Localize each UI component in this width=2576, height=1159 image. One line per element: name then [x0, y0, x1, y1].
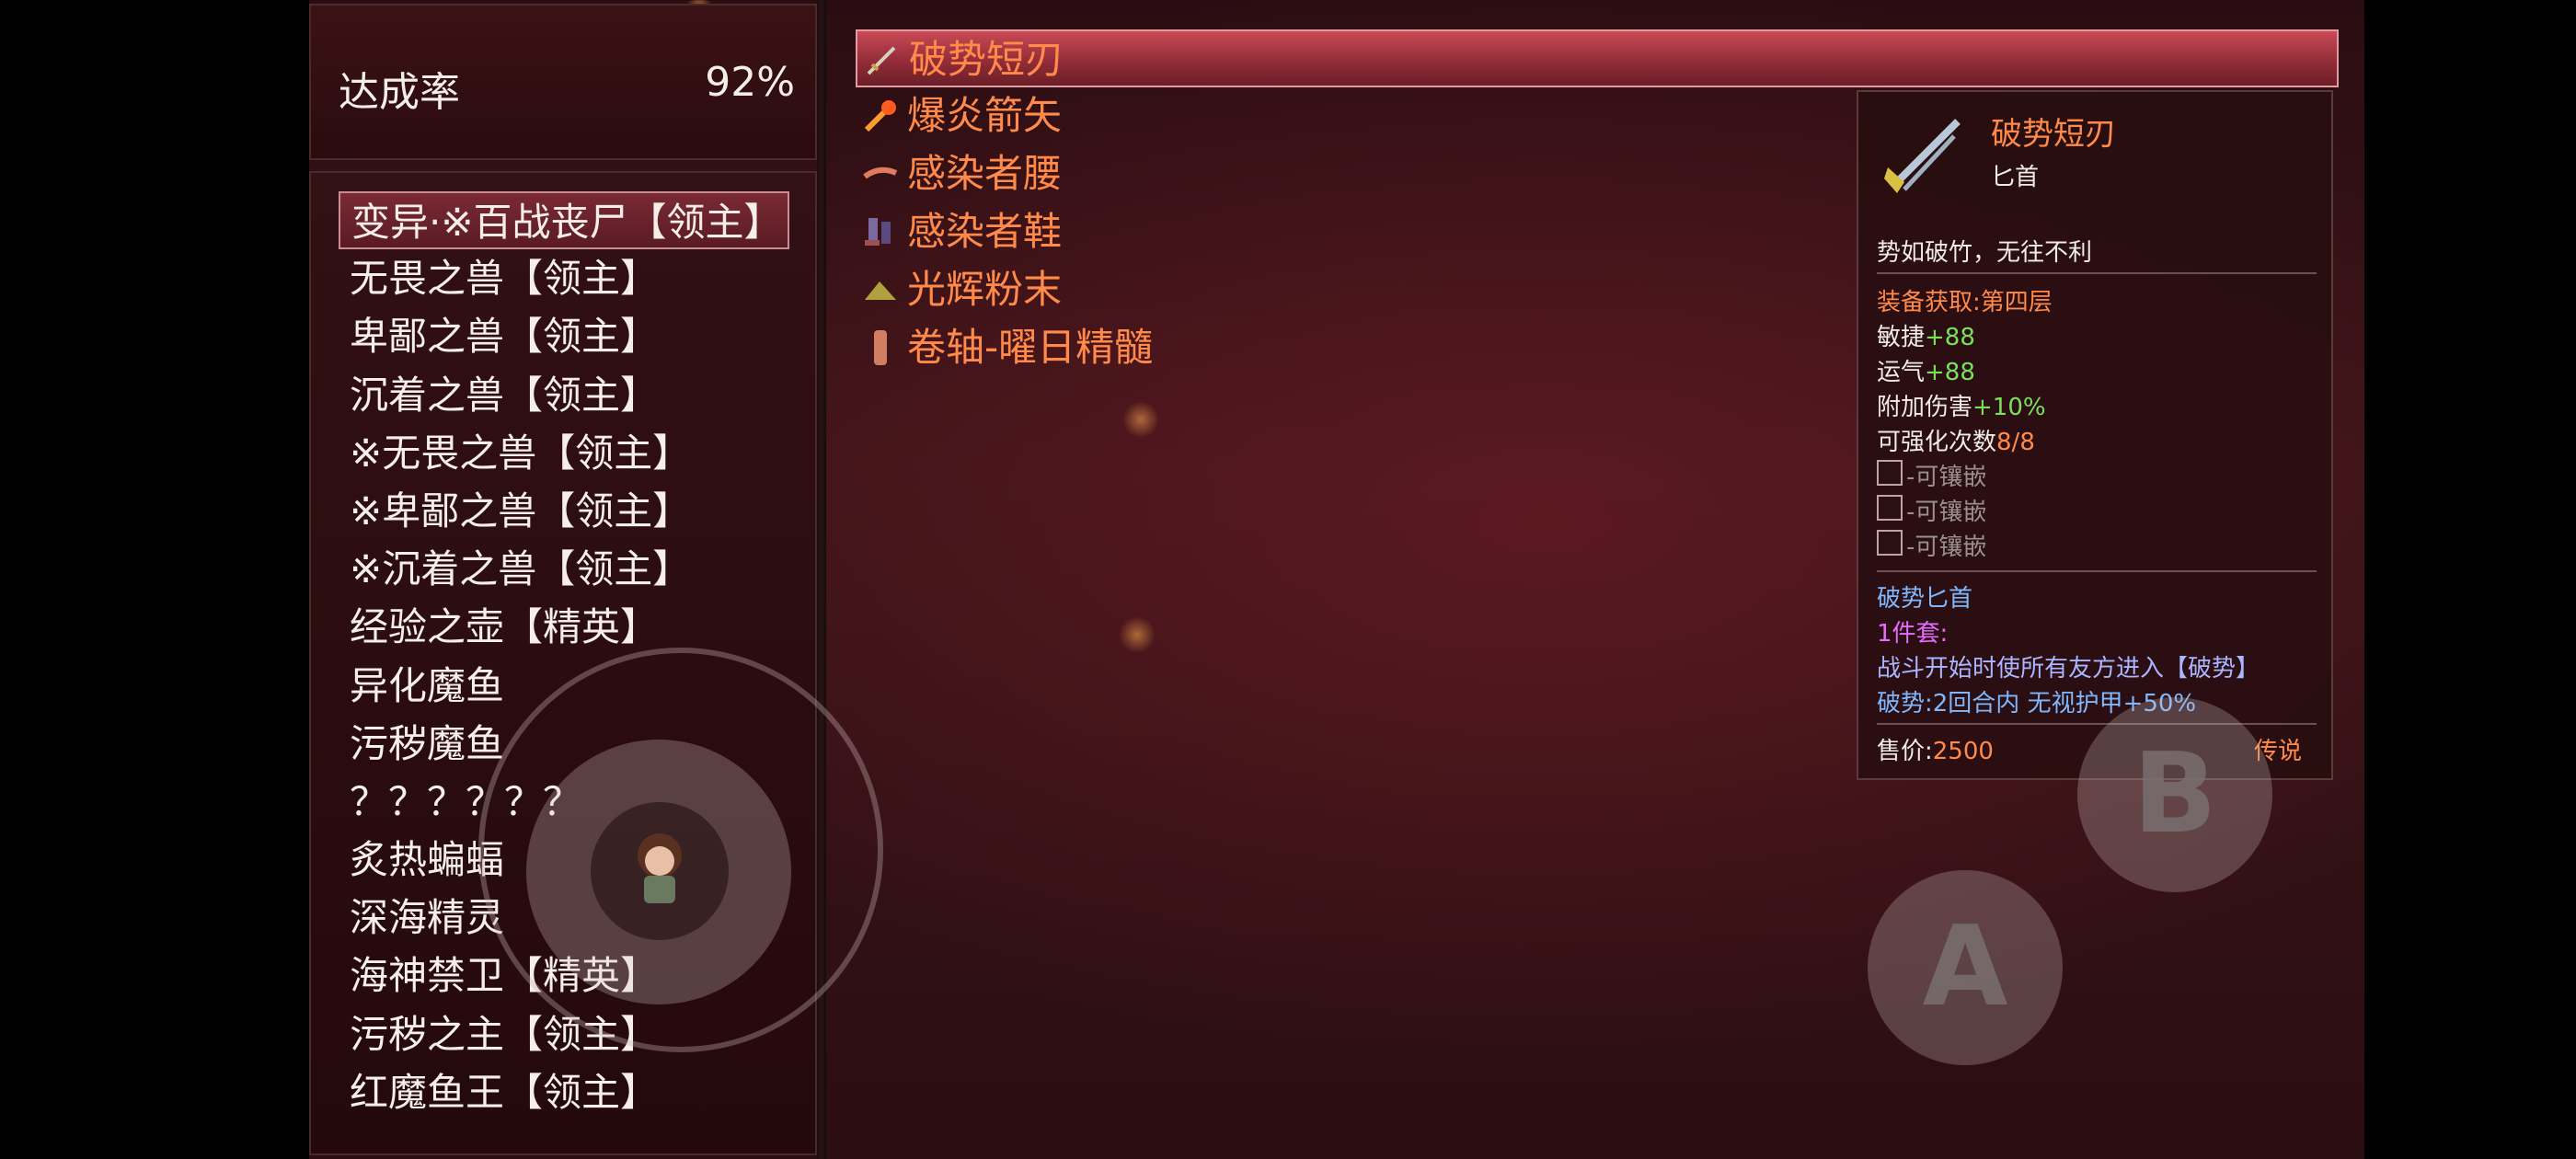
player-avatar [638, 833, 682, 903]
enhance-line: 可强化次数8/8 [1877, 423, 2035, 457]
detail-type: 匕首 [1991, 164, 2040, 191]
monster-item[interactable]: 变异·※百战丧尸【领主】 [339, 191, 789, 250]
set-effect: 战斗开始时使所有友方进入【破势】 [1877, 655, 2260, 683]
completion-value: 92% [705, 59, 795, 106]
stat-label: 运气 [1877, 359, 1926, 386]
completion-panel: 达成率 92% [309, 4, 817, 160]
socket-slot[interactable] [1877, 460, 1903, 486]
stat-line: 运气+88 [1877, 353, 1975, 387]
stat-line: 附加伤害+10% [1877, 388, 2046, 422]
b-button[interactable]: B [2077, 697, 2272, 892]
enhance-value: 8/8 [1996, 429, 2035, 456]
monster-item[interactable]: 卑鄙之兽【领主】 [339, 307, 799, 365]
powder-icon [865, 281, 896, 300]
belt-icon [863, 166, 898, 179]
scroll-icon [874, 330, 887, 365]
item-detail-panel: 破势短刃 匕首 势如破竹，无往不利 装备获取:第四层 敏捷+88 运气+88 附… [1857, 90, 2333, 780]
item-name: 感染者鞋 [907, 209, 1063, 254]
monster-item[interactable]: 经验之壶【精英】 [339, 598, 799, 656]
item-name: 爆炎箭矢 [907, 93, 1063, 138]
monster-item[interactable]: 无畏之兽【领主】 [339, 249, 799, 307]
item-name: 破势短刃 [909, 37, 1064, 82]
stat-value: +10% [1972, 394, 2046, 421]
dagger-icon [867, 46, 896, 75]
socket-slot[interactable] [1877, 530, 1903, 556]
stat-value: +88 [1925, 359, 1975, 386]
stat-line: 敏捷+88 [1877, 318, 1975, 352]
monster-item[interactable]: 沉着之兽【领主】 [339, 366, 799, 424]
price-line: 售价:2500 [1877, 732, 1994, 766]
divider [1877, 570, 2317, 572]
boots-icon [865, 218, 891, 246]
price-label: 售价: [1877, 738, 1933, 765]
enhance-label: 可强化次数 [1877, 429, 1997, 456]
monster-item[interactable]: ※卑鄙之兽【领主】 [339, 482, 799, 540]
ember-glow [1119, 616, 1156, 653]
stat-label: 附加伤害 [1877, 394, 1973, 421]
monster-item[interactable]: ※沉着之兽【领主】 [339, 540, 799, 598]
item-name: 卷轴-曜日精髓 [907, 325, 1154, 370]
set-count: 1件套: [1877, 620, 1949, 648]
divider [1877, 723, 2317, 725]
item-name: 光辉粉末 [907, 267, 1063, 312]
stat-label: 敏捷 [1877, 324, 1926, 351]
socket-label: -可镶嵌 [1906, 464, 1987, 491]
a-button[interactable]: A [1868, 870, 2063, 1065]
detail-title: 破势短刃 [1991, 116, 2116, 153]
ember-glow [1122, 401, 1159, 438]
divider [1877, 272, 2317, 274]
socket-label: -可镶嵌 [1906, 499, 1987, 526]
item-name: 感染者腰 [907, 151, 1063, 196]
detail-source: 装备获取:第四层 [1877, 289, 2053, 316]
fire-arrow-icon [864, 100, 896, 132]
dagger-icon [1884, 119, 1961, 193]
set-name: 破势匕首 [1877, 585, 1973, 613]
monster-item[interactable]: ※无畏之兽【领主】 [339, 424, 799, 482]
completion-label: 达成率 [339, 69, 460, 116]
detail-flavor: 势如破竹，无往不利 [1877, 239, 2093, 267]
stat-value: +88 [1925, 324, 1975, 351]
price-value: 2500 [1932, 738, 1994, 765]
monster-item[interactable]: 红魔鱼王【领主】 [339, 1063, 799, 1121]
socket-slot[interactable] [1877, 495, 1903, 521]
item-row[interactable]: 破势短刃 [856, 29, 2339, 87]
socket-label: -可镶嵌 [1906, 534, 1987, 561]
